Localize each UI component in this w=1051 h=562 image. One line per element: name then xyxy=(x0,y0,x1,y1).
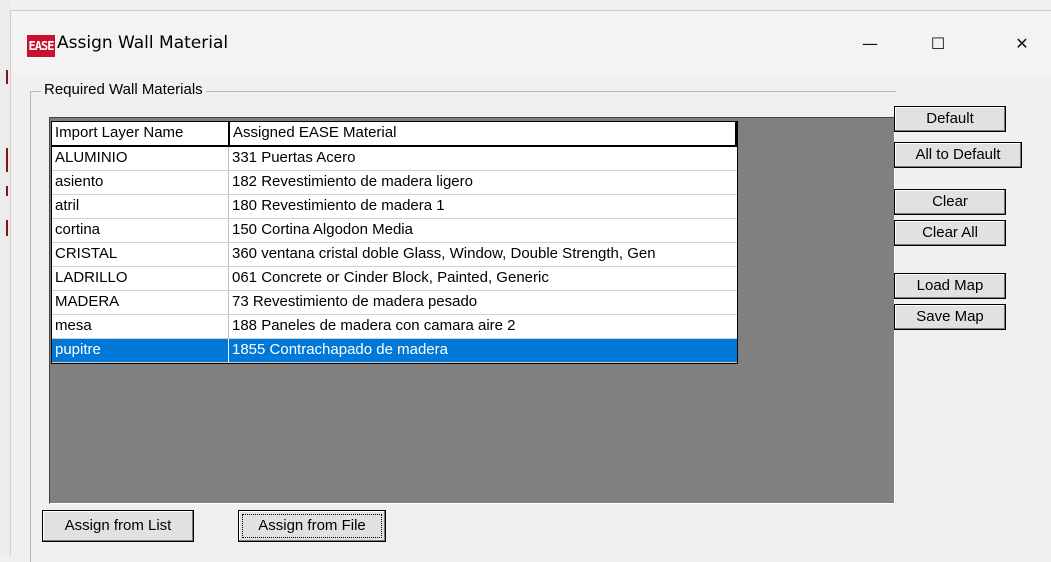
import-layer-cell: pupitre xyxy=(52,339,229,362)
import-layer-cell: asiento xyxy=(52,171,229,194)
assigned-material-cell: 331 Puertas Acero xyxy=(232,149,356,166)
table-row[interactable]: MADERA 73 Revestimiento de madera pesado xyxy=(52,291,737,315)
import-layer-cell: ALUMINIO xyxy=(52,147,229,170)
minimize-button[interactable]: — xyxy=(847,23,893,63)
table-row[interactable]: LADRILLO 061 Concrete or Cinder Block, Pa… xyxy=(52,267,737,291)
assigned-material-cell: 360 ventana cristal doble Glass, Window,… xyxy=(232,245,656,262)
table-row[interactable]: atril 180 Revestimiento de madera 1 xyxy=(52,195,737,219)
materials-table[interactable]: Import Layer Name Assigned EASE Material… xyxy=(51,121,738,364)
window-title: Assign Wall Material xyxy=(57,33,229,53)
assigned-material-cell: 150 Cortina Algodon Media xyxy=(232,221,413,238)
assigned-material-cell: 061 Concrete or Cinder Block, Painted, G… xyxy=(232,269,549,286)
import-layer-cell: MADERA xyxy=(52,291,229,314)
close-button[interactable]: ✕ xyxy=(999,23,1045,63)
assigned-material-cell: 1855 Contrachapado de madera xyxy=(232,341,448,358)
import-layer-cell: LADRILLO xyxy=(52,267,229,290)
import-layer-cell: mesa xyxy=(52,315,229,338)
import-layer-cell: atril xyxy=(52,195,229,218)
title-bar[interactable]: EASE Assign Wall Material — ☐ ✕ xyxy=(11,11,1051,75)
column-header-assigned-material[interactable]: Assigned EASE Material xyxy=(230,122,737,145)
table-row[interactable]: pupitre 1855 Contrachapado de madera xyxy=(52,339,737,363)
assigned-material-cell: 182 Revestimiento de madera ligero xyxy=(232,173,473,190)
assigned-material-cell: 180 Revestimiento de madera 1 xyxy=(232,197,445,214)
assigned-material-cell: 73 Revestimiento de madera pesado xyxy=(232,293,478,310)
table-row[interactable]: CRISTAL 360 ventana cristal doble Glass, … xyxy=(52,243,737,267)
table-row[interactable]: cortina 150 Cortina Algodon Media xyxy=(52,219,737,243)
import-layer-cell: CRISTAL xyxy=(52,243,229,266)
assigned-material-cell: 188 Paneles de madera con camara aire 2 xyxy=(232,317,516,334)
maximize-button[interactable]: ☐ xyxy=(915,23,961,63)
background-window-edge xyxy=(0,0,10,555)
table-row[interactable]: mesa 188 Paneles de madera con camara air… xyxy=(52,315,737,339)
table-row[interactable]: ALUMINIO 331 Puertas Acero xyxy=(52,147,737,171)
table-header: Import Layer Name Assigned EASE Material xyxy=(52,122,737,147)
group-label: Required Wall Materials xyxy=(41,81,206,98)
ease-logo-icon: EASE xyxy=(27,35,55,57)
column-header-import-layer[interactable]: Import Layer Name xyxy=(52,122,230,145)
assign-wall-material-dialog: EASE Assign Wall Material — ☐ ✕ Required… xyxy=(10,10,1051,562)
load-map-button[interactable]: Load Map xyxy=(894,273,1006,299)
save-map-button[interactable]: Save Map xyxy=(894,304,1006,330)
default-button[interactable]: Default xyxy=(894,106,1006,132)
assign-from-list-button[interactable]: Assign from List xyxy=(42,510,194,542)
clear-button[interactable]: Clear xyxy=(894,189,1006,215)
all-to-default-button[interactable]: All to Default xyxy=(894,142,1022,168)
clear-all-button[interactable]: Clear All xyxy=(894,220,1006,246)
table-row[interactable]: asiento 182 Revestimiento de madera liger… xyxy=(52,171,737,195)
assign-from-file-button[interactable]: Assign from File xyxy=(238,510,386,542)
import-layer-cell: cortina xyxy=(52,219,229,242)
